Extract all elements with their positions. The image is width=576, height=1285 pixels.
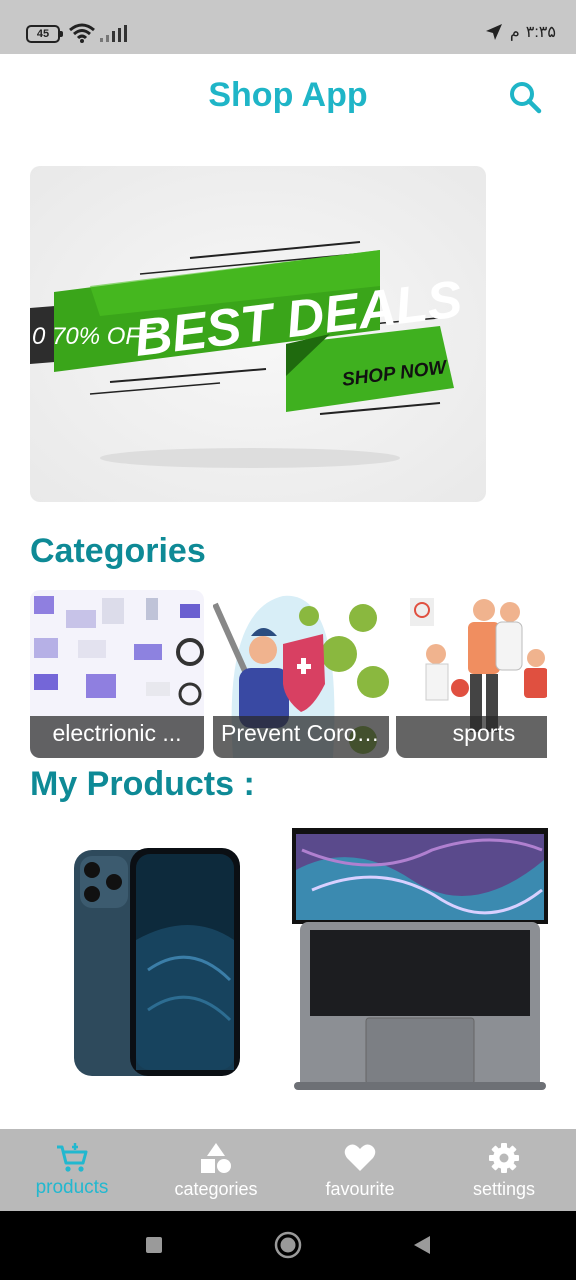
bottom-navigation: products categories favourite settings [0, 1129, 576, 1211]
banner-graphic: 0 70% OFF BEST DEALS SHOP NOW [30, 241, 466, 468]
product-card-phone[interactable] [30, 820, 270, 1110]
location-arrow-icon [485, 24, 502, 40]
battery-icon: 45 [26, 25, 63, 43]
nav-label: products [35, 1177, 109, 1198]
shapes-icon [201, 1143, 231, 1173]
products-title: My Products : [30, 765, 255, 803]
category-label: electrionic ... [52, 720, 182, 746]
categories-list: electrionic ... Prevent Corona sports [30, 590, 547, 758]
categories-title: Categories [30, 532, 206, 570]
back-icon[interactable] [414, 1236, 430, 1254]
system-nav-graphic [146, 1231, 430, 1259]
category-label: sports [452, 720, 516, 746]
status-ampm: م [509, 24, 520, 41]
home-icon-inner [280, 1237, 296, 1253]
laptop-image [292, 828, 548, 1090]
app-title: Shop App [208, 76, 368, 114]
status-bar: 45 م ۳:۳۵ [0, 0, 576, 54]
status-right: م ۳:۳۵ [484, 22, 556, 42]
battery-level: 45 [36, 28, 50, 40]
nav-item-categories[interactable]: categories [144, 1129, 288, 1211]
category-label: Prevent Corona [221, 720, 383, 746]
nav-item-settings[interactable]: settings [432, 1129, 576, 1211]
product-card-laptop[interactable] [292, 820, 548, 1110]
nav-item-favourite[interactable]: favourite [288, 1129, 432, 1211]
app-bar: Shop App [0, 54, 576, 138]
nav-item-products[interactable]: products [0, 1129, 144, 1211]
system-navigation-bar [0, 1211, 576, 1280]
cart-icon [57, 1143, 88, 1172]
promo-banner[interactable]: 0 70% OFF BEST DEALS SHOP NOW [30, 166, 486, 502]
category-card-prevent-corona[interactable]: Prevent Corona [213, 590, 389, 758]
status-time: ۳:۳۵ [525, 24, 556, 41]
nav-label: favourite [325, 1179, 395, 1199]
nav-label: settings [472, 1179, 536, 1199]
nav-label: categories [174, 1179, 258, 1199]
gear-icon [489, 1143, 519, 1173]
phone-image [74, 848, 240, 1076]
search-icon [510, 82, 542, 114]
wifi-icon [69, 23, 95, 43]
recent-apps-icon[interactable] [146, 1237, 162, 1253]
search-button[interactable] [504, 76, 548, 120]
category-card-electronics[interactable]: electrionic ... [30, 590, 204, 758]
category-card-sports[interactable]: sports [396, 590, 547, 758]
signal-icon [100, 25, 127, 42]
heart-icon [344, 1144, 376, 1171]
